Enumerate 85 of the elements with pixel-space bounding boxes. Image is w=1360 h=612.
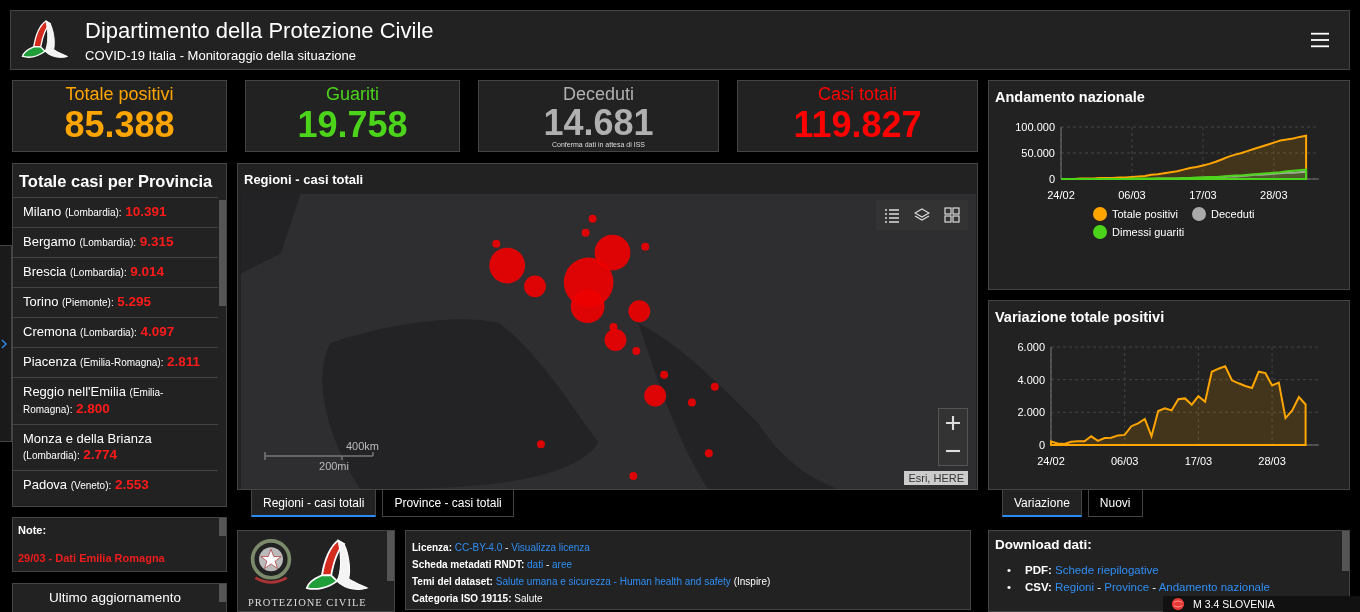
tab[interactable]: Regioni - casi totali — [251, 490, 377, 517]
tick-label: 50.000 — [1021, 147, 1055, 159]
tab[interactable]: Nuovi — [1087, 490, 1143, 517]
app-subtitle: COVID-19 Italia - Monitoraggio della situazione — [85, 48, 357, 63]
tick-label: 17/03 — [1184, 455, 1213, 467]
chevron-icon — [1, 338, 7, 349]
link[interactable]: aree — [552, 559, 573, 570]
logo-caption: PROTEZIONE CIVILE — [248, 597, 367, 608]
download-title: Download dati: — [995, 537, 1093, 552]
stat-value: 14.681 — [542, 105, 655, 141]
stat-value: 119.827 — [792, 105, 923, 145]
link[interactable]: Salute umana e sicurezza - Human health and safety — [495, 576, 731, 587]
license-line: Licenza: CC-BY-4.0 - Visualizza licenza — [412, 541, 591, 555]
tick-label: 17/03 — [1189, 189, 1217, 201]
tick-label: 0 — [1048, 173, 1055, 185]
list-icon[interactable] — [884, 207, 900, 223]
globe-icon — [1171, 597, 1185, 611]
grid-icon[interactable] — [944, 207, 960, 223]
plus-icon — [946, 416, 960, 430]
scrollbar[interactable] — [387, 531, 394, 581]
province-item[interactable]: Reggio nell'Emilia (Emilia-Romagna): 2.800 — [13, 377, 218, 424]
link[interactable]: Province — [1104, 581, 1150, 593]
link[interactable]: dati — [527, 559, 544, 570]
stat-label: Casi totali — [817, 84, 898, 105]
panel-title: Totale casi per Provincia — [18, 171, 214, 192]
tick-label: 24/02 — [1037, 455, 1065, 467]
tick-label: 06/03 — [1118, 189, 1146, 201]
province-item[interactable]: Piacenza (Emilia-Romagna): 2.811 — [13, 347, 218, 377]
download-item: • CSV: Regioni - Province - Andamento nazionale — [1007, 580, 1271, 595]
scale-label: 400km — [344, 440, 379, 452]
stat-value: 19.758 — [296, 105, 409, 145]
link[interactable]: Schede riepilogative — [1055, 564, 1159, 576]
update-title: Ultimo aggiornamento — [47, 589, 183, 605]
province-item[interactable]: Cremona (Lombardia): 4.097 — [13, 317, 218, 347]
map-attribution: Esri, HERE — [904, 471, 968, 485]
note-title: Note: — [18, 524, 48, 536]
stat-label: Totale positivi — [64, 84, 175, 105]
tick-label: 28/03 — [1258, 455, 1286, 467]
zoom-out-button[interactable] — [939, 437, 967, 465]
link[interactable]: Andamento nazionale — [1158, 581, 1270, 593]
stat-label: Deceduti — [561, 84, 635, 105]
menu-icon[interactable] — [1311, 32, 1329, 48]
province-item[interactable]: Milano (Lombardia): 10.391 — [13, 197, 218, 227]
tick-label: 0 — [1038, 439, 1045, 451]
panel-title: Regioni - casi totali — [243, 171, 365, 189]
download-item: • PDF: Schede riepilogative — [1007, 563, 1160, 578]
tick-label: 4.000 — [1017, 373, 1045, 386]
stat-label: Guariti — [325, 84, 380, 105]
link[interactable]: Visualizza licenza — [511, 542, 590, 553]
province-item[interactable]: Monza e della Brianza (Lombardia): 2.774 — [13, 424, 218, 470]
province-item[interactable]: Bergamo (Lombardia): 9.315 — [13, 227, 218, 257]
tick-label: 2.000 — [1017, 406, 1045, 419]
link[interactable]: CC-BY-4.0 — [454, 542, 503, 553]
stat-value: 85.388 — [63, 105, 176, 145]
link[interactable]: Regioni — [1055, 581, 1095, 593]
scrollbar[interactable] — [1342, 531, 1349, 571]
chart-title: Variazione totale positivi — [994, 308, 1166, 327]
scrollbar[interactable] — [219, 584, 226, 602]
legend-label[interactable]: Deceduti — [1211, 208, 1255, 220]
note-text: 29/03 - Dati Emilia Romagna — [18, 552, 166, 564]
province-item[interactable]: Torino (Piemonte): 5.295 — [13, 287, 218, 317]
tab[interactable]: Variazione — [1002, 490, 1082, 517]
tick-label: 6.000 — [1017, 341, 1045, 353]
chart-title: Andamento nazionale — [994, 88, 1146, 107]
tick-label: 28/03 — [1260, 189, 1288, 201]
tick-label: 100.000 — [1015, 121, 1055, 133]
toast-text: M 3.4 SLOVENIA — [1193, 598, 1275, 610]
province-item[interactable]: Padova (Veneto): 2.553 — [13, 470, 218, 500]
layers-icon[interactable] — [914, 207, 930, 223]
legend-label[interactable]: Dimessi guariti — [1112, 226, 1185, 238]
province-item[interactable]: Brescia (Lombardia): 9.014 — [13, 257, 218, 287]
app-title: Dipartimento della Protezione Civile — [85, 17, 435, 45]
license-line: Categoria ISO 19115: Salute — [412, 592, 544, 606]
notification-toast[interactable]: M 3.4 SLOVENIA — [1163, 596, 1360, 612]
scrollbar[interactable] — [219, 200, 226, 306]
tick-label: 24/02 — [1047, 189, 1075, 201]
license-line: Scheda metadati RNDT: dati - aree — [412, 558, 574, 572]
scrollbar[interactable] — [219, 518, 226, 536]
tab[interactable]: Province - casi totali — [382, 490, 514, 517]
tick-label: 06/03 — [1110, 455, 1139, 467]
scale-label: 200mi — [318, 460, 350, 472]
collapsed-side-panel[interactable] — [0, 245, 12, 442]
license-line: Temi del dataset: Salute umana e sicurezza - Human health and safety (Inspire) — [412, 575, 772, 589]
legend-label[interactable]: Totale positivi — [1112, 208, 1179, 220]
zoom-in-button[interactable] — [939, 409, 967, 437]
